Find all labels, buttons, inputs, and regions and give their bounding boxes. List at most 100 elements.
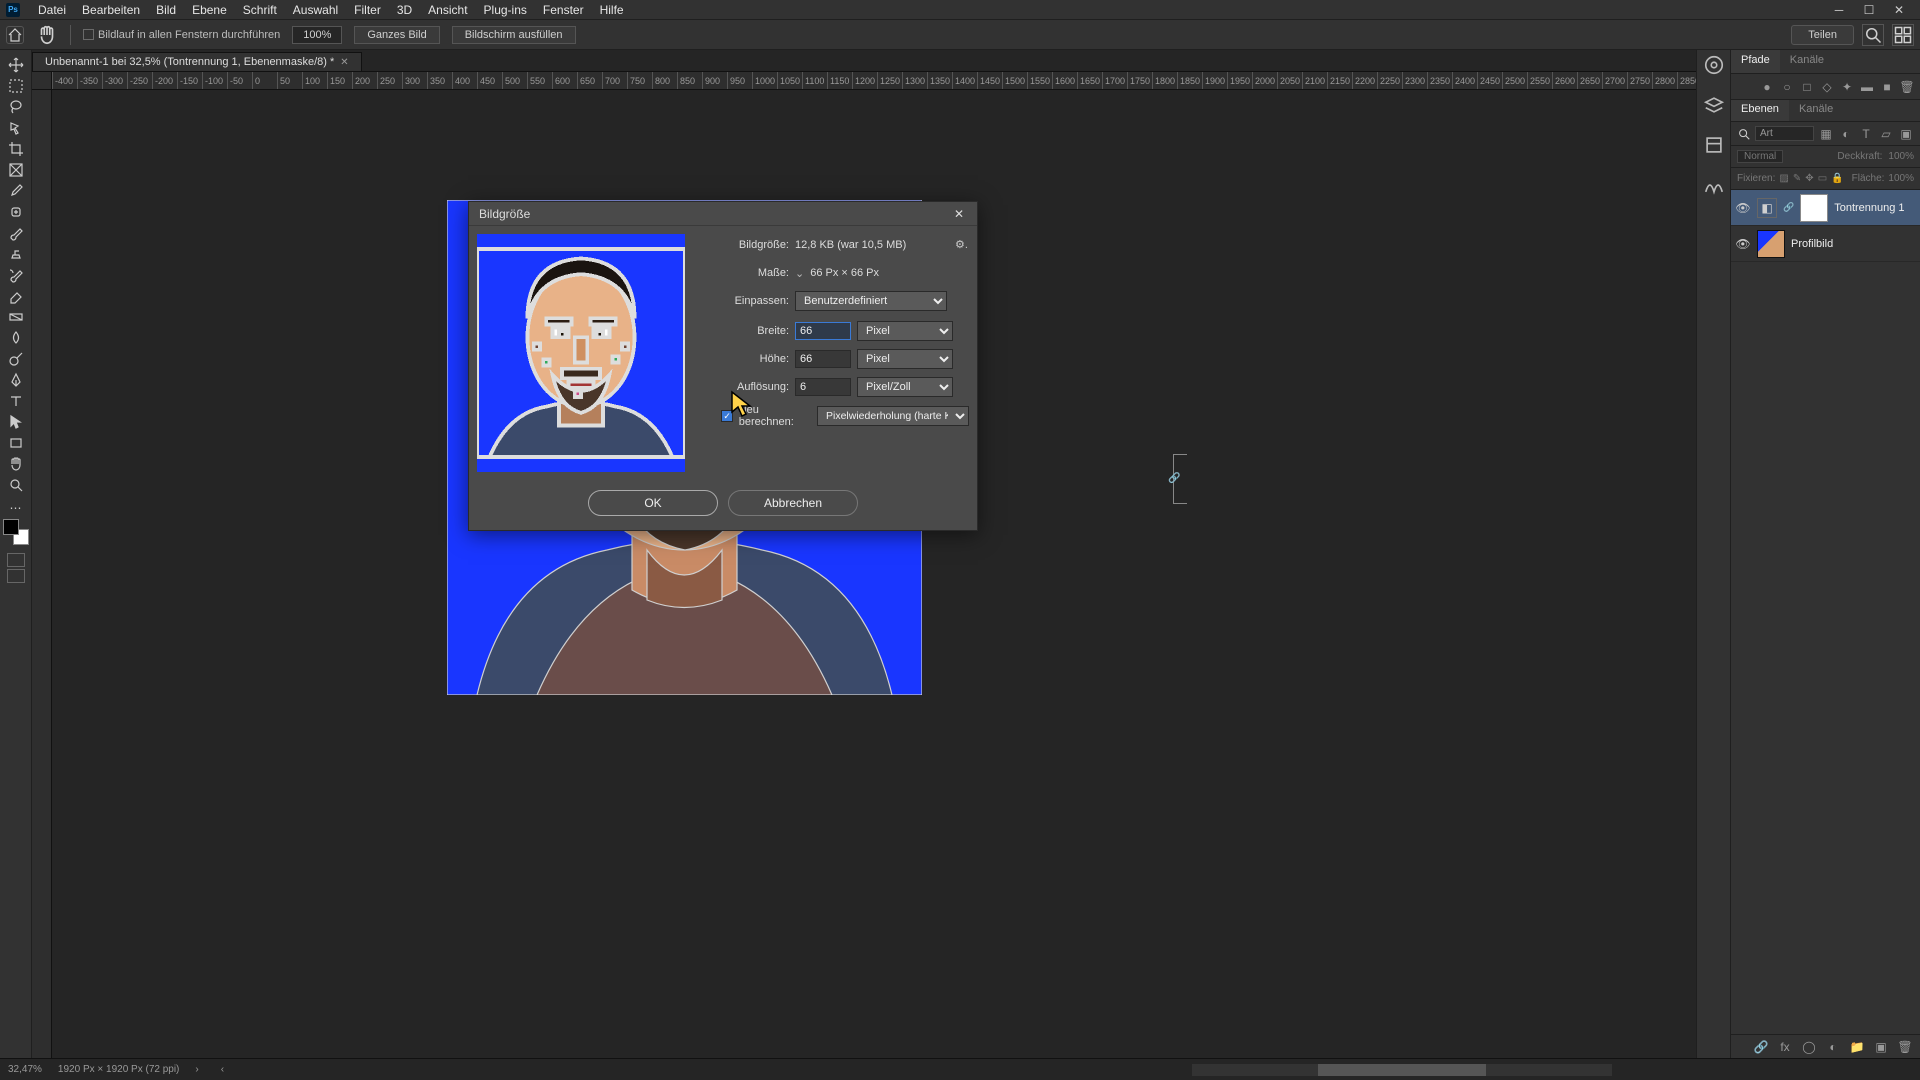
height-input[interactable] xyxy=(795,350,851,368)
visibility-toggle-icon[interactable]: 👁 xyxy=(1735,200,1751,216)
width-input[interactable] xyxy=(795,322,851,340)
height-unit-dropdown[interactable]: Pixel xyxy=(857,349,953,369)
opacity-value[interactable]: 100% xyxy=(1888,151,1914,162)
gradient-tool-icon[interactable] xyxy=(2,306,30,327)
layer-mask-thumbnail[interactable] xyxy=(1800,194,1828,222)
dialog-titlebar[interactable]: Bildgröße ✕ xyxy=(469,202,977,226)
menu-fenster[interactable]: Fenster xyxy=(535,0,592,20)
link-layers-icon[interactable]: 🔗 xyxy=(1754,1040,1768,1054)
brush-tool-icon[interactable] xyxy=(2,222,30,243)
menu-bearbeiten[interactable]: Bearbeiten xyxy=(74,0,148,20)
move-tool-icon[interactable] xyxy=(2,54,30,75)
tab-kanaele[interactable]: Kanäle xyxy=(1789,100,1843,121)
filter-adjust-icon[interactable]: ◐ xyxy=(1838,126,1854,142)
shape-star-icon[interactable]: ✦ xyxy=(1840,80,1854,94)
delete-layer-icon[interactable]: 🗑 xyxy=(1898,1040,1912,1054)
zoom-tool-icon[interactable] xyxy=(2,474,30,495)
clone-stamp-tool-icon[interactable] xyxy=(2,243,30,264)
layers-panel-icon[interactable] xyxy=(1703,94,1725,116)
layer-row-profilbild[interactable]: 👁 Profilbild xyxy=(1731,226,1920,262)
search-icon[interactable] xyxy=(1862,24,1884,46)
layer-name[interactable]: Profilbild xyxy=(1791,238,1833,250)
adjustment-layer-icon[interactable]: ◐ xyxy=(1826,1040,1840,1054)
gear-icon[interactable]: ⚙. xyxy=(955,238,969,252)
visibility-toggle-icon[interactable]: 👁 xyxy=(1735,236,1751,252)
menu-datei[interactable]: Datei xyxy=(30,0,74,20)
layer-mask-icon[interactable]: ◯ xyxy=(1802,1040,1816,1054)
rect-marquee-tool-icon[interactable] xyxy=(2,75,30,96)
dialog-close-icon[interactable]: ✕ xyxy=(951,206,967,222)
screenmode-icon[interactable] xyxy=(7,569,25,583)
menu-3d[interactable]: 3D xyxy=(389,0,420,20)
tab-pfade[interactable]: Pfade xyxy=(1731,50,1780,73)
workspace-switcher-icon[interactable] xyxy=(1892,24,1914,46)
close-tab-icon[interactable]: ✕ xyxy=(340,57,348,68)
quickmask-icon[interactable] xyxy=(7,553,25,567)
vertical-ruler[interactable] xyxy=(32,90,52,1058)
hand-tool-icon[interactable] xyxy=(2,453,30,474)
quick-select-tool-icon[interactable] xyxy=(2,117,30,138)
rectangle-shape-tool-icon[interactable] xyxy=(2,432,30,453)
home-icon[interactable] xyxy=(6,26,24,44)
history-brush-tool-icon[interactable] xyxy=(2,264,30,285)
shape-rect-filled-icon[interactable]: ▬ xyxy=(1860,80,1874,94)
shape-circle-icon[interactable]: ○ xyxy=(1780,80,1794,94)
color-swatches[interactable] xyxy=(3,519,29,545)
horizontal-ruler[interactable]: -400-350-300-250-200-150-100-50050100150… xyxy=(52,72,1696,90)
layer-fx-icon[interactable]: fx xyxy=(1778,1040,1792,1054)
tab-kanaele-top[interactable]: Kanäle xyxy=(1780,50,1834,73)
edit-toolbar-icon[interactable]: ⋯ xyxy=(2,501,30,515)
filter-shape-icon[interactable]: ▱ xyxy=(1878,126,1894,142)
maximize-button[interactable]: ☐ xyxy=(1854,0,1884,20)
frame-tool-icon[interactable] xyxy=(2,159,30,180)
layer-name[interactable]: Tontrennung 1 xyxy=(1834,202,1904,214)
filter-type-icon[interactable]: T xyxy=(1858,126,1874,142)
dodge-tool-icon[interactable] xyxy=(2,348,30,369)
resolution-unit-dropdown[interactable]: Pixel/Zoll xyxy=(857,377,953,397)
resample-checkbox[interactable]: ✓ xyxy=(721,410,732,422)
menu-ebene[interactable]: Ebene xyxy=(184,0,235,20)
menu-auswahl[interactable]: Auswahl xyxy=(285,0,346,20)
path-select-tool-icon[interactable] xyxy=(2,411,30,432)
blend-mode-dropdown[interactable]: Normal xyxy=(1737,150,1783,163)
pen-tool-icon[interactable] xyxy=(2,369,30,390)
layer-thumbnail[interactable] xyxy=(1757,230,1785,258)
status-doc-info[interactable]: 1920 Px × 1920 Px (72 ppi) xyxy=(58,1064,179,1075)
cancel-button[interactable]: Abbrechen xyxy=(728,490,858,516)
lock-artboard-icon[interactable]: ▭ xyxy=(1818,172,1827,186)
shape-circle-filled-icon[interactable]: ● xyxy=(1760,80,1774,94)
share-button[interactable]: Teilen xyxy=(1791,25,1854,45)
search-icon[interactable] xyxy=(1737,127,1751,141)
menu-ansicht[interactable]: Ansicht xyxy=(420,0,475,20)
menu-hilfe[interactable]: Hilfe xyxy=(592,0,632,20)
new-layer-icon[interactable]: ▣ xyxy=(1874,1040,1888,1054)
close-window-button[interactable]: ✕ xyxy=(1884,0,1914,20)
color-panel-icon[interactable] xyxy=(1703,54,1725,76)
shape-trash-icon[interactable]: 🗑 xyxy=(1900,80,1914,94)
fit-to-dropdown[interactable]: Benutzerdefiniert xyxy=(795,291,947,311)
width-unit-dropdown[interactable]: Pixel xyxy=(857,321,953,341)
fit-whole-image-button[interactable]: Ganzes Bild xyxy=(354,26,439,44)
shape-diamond-icon[interactable]: ◇ xyxy=(1820,80,1834,94)
minimize-button[interactable]: ─ xyxy=(1824,0,1854,20)
horizontal-scrollbar[interactable] xyxy=(1192,1064,1612,1076)
properties-panel-icon[interactable] xyxy=(1703,134,1725,156)
lasso-tool-icon[interactable] xyxy=(2,96,30,117)
resample-method-dropdown[interactable]: Pixelwiederholung (harte Kanten) xyxy=(817,406,969,426)
fill-value[interactable]: 100% xyxy=(1888,173,1914,184)
layer-filter-kind[interactable]: Art xyxy=(1755,126,1814,141)
hand-tool-icon[interactable] xyxy=(36,24,58,46)
lock-position-icon[interactable]: ✥ xyxy=(1805,172,1813,186)
zoom-level-field[interactable]: 100% xyxy=(292,26,342,44)
eraser-tool-icon[interactable] xyxy=(2,285,30,306)
filter-smart-icon[interactable]: ▣ xyxy=(1898,126,1914,142)
type-tool-icon[interactable] xyxy=(2,390,30,411)
menu-plug-ins[interactable]: Plug-ins xyxy=(476,0,535,20)
menu-schrift[interactable]: Schrift xyxy=(235,0,285,20)
menu-bild[interactable]: Bild xyxy=(148,0,184,20)
crop-tool-icon[interactable] xyxy=(2,138,30,159)
group-layers-icon[interactable]: 📁 xyxy=(1850,1040,1864,1054)
shape-square-filled-icon[interactable]: ■ xyxy=(1880,80,1894,94)
dimensions-unit-dropdown-icon[interactable]: ⌄ xyxy=(795,267,804,280)
document-tab[interactable]: Unbenannt-1 bei 32,5% (Tontrennung 1, Eb… xyxy=(32,52,362,71)
